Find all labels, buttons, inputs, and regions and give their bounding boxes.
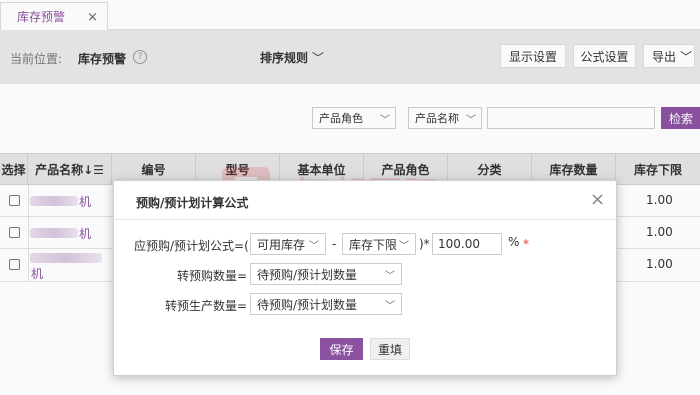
reset-button[interactable]: 重填 <box>370 338 410 360</box>
operand2-select-value: 库存下限 <box>349 237 398 252</box>
chevron-down-icon: ﹀ <box>309 241 319 252</box>
dialog-divider <box>114 219 616 220</box>
save-button[interactable]: 保存 <box>320 338 363 360</box>
close-icon[interactable]: × <box>590 189 605 210</box>
multiply-sign: )* <box>419 237 430 251</box>
required-mark: * <box>523 237 529 251</box>
percent-sign: % <box>508 235 520 249</box>
purchase-select-value: 待预购/预计划数量 <box>257 267 358 282</box>
formula-label: 应预购/预计划公式=( <box>134 239 249 253</box>
operand2-select[interactable]: 库存下限 ﹀ <box>342 233 416 255</box>
production-select[interactable]: 待预购/预计划数量 ﹀ <box>250 293 402 315</box>
chevron-down-icon: ﹀ <box>385 271 395 282</box>
percent-input[interactable]: 100.00 <box>432 233 502 255</box>
chevron-down-icon: ﹀ <box>399 241 409 252</box>
production-select-value: 待预购/预计划数量 <box>257 297 358 312</box>
purchase-select[interactable]: 待预购/预计划数量 ﹀ <box>250 263 402 285</box>
operand1-select[interactable]: 可用库存 ﹀ <box>250 233 326 255</box>
purchase-label: 转预购数量= <box>177 269 248 283</box>
minus-sign: - <box>332 237 337 251</box>
chevron-down-icon: ﹀ <box>385 301 395 312</box>
formula-dialog: 预购/预计划计算公式 × 应预购/预计划公式=( 可用库存 ﹀ - 库存下限 ﹀ )… <box>113 180 617 376</box>
production-label: 转预生产数量= <box>165 299 248 313</box>
dialog-title: 预购/预计划计算公式 <box>136 196 249 210</box>
operand1-select-value: 可用库存 <box>257 237 306 252</box>
